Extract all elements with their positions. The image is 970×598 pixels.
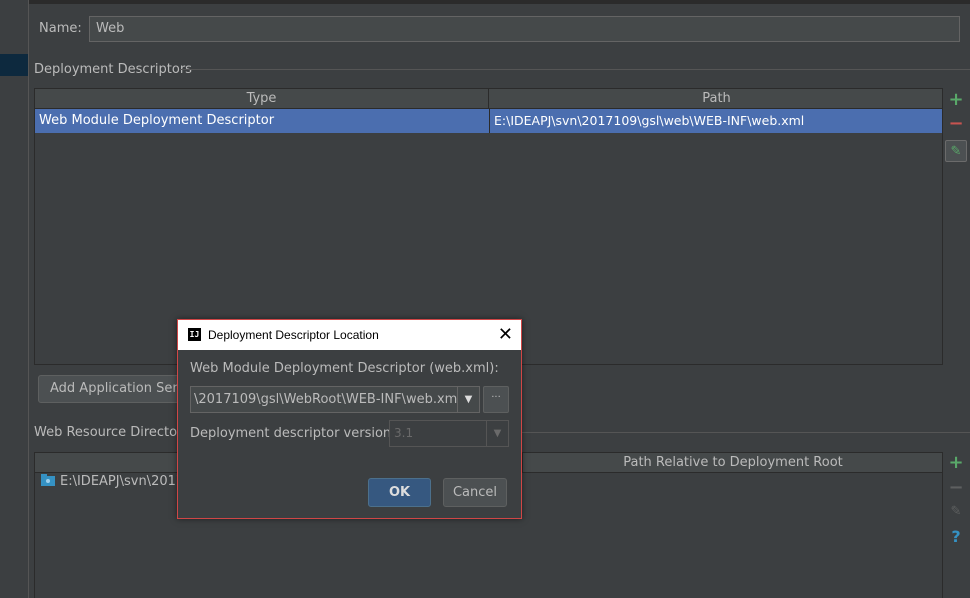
edit-resource-button[interactable]: ✎ xyxy=(945,501,967,523)
remove-resource-button[interactable]: − xyxy=(945,477,967,499)
remove-descriptor-button[interactable]: − xyxy=(945,113,967,135)
folder-icon xyxy=(41,474,55,486)
version-select: 3.1 ▼ xyxy=(389,420,509,447)
deployment-descriptors-title: Deployment Descriptors xyxy=(34,62,192,77)
chevron-down-icon[interactable]: ▼ xyxy=(458,386,480,413)
edit-descriptor-button[interactable]: ✎ xyxy=(945,140,967,162)
help-button[interactable]: ? xyxy=(945,526,967,548)
section-divider xyxy=(522,432,970,433)
dialog-title-bar[interactable]: IJ Deployment Descriptor Location ✕ xyxy=(178,320,521,350)
name-label: Name: xyxy=(39,21,82,36)
directory-path: E:\IDEAPJ\svn\2017 xyxy=(60,474,185,489)
browse-button[interactable]: ··· xyxy=(483,386,509,413)
column-header-path[interactable]: Path xyxy=(489,89,944,109)
column-header-relative-path[interactable]: Path Relative to Deployment Root xyxy=(523,453,943,473)
chevron-down-icon: ▼ xyxy=(486,421,508,446)
left-navigation-strip xyxy=(0,0,29,598)
directory-cell: E:\IDEAPJ\svn\2017 xyxy=(41,474,184,489)
deployment-descriptor-location-dialog: IJ Deployment Descriptor Location ✕ Web … xyxy=(177,319,522,519)
descriptor-path-cell: E:\IDEAPJ\svn\2017109\gsl\web\WEB-INF\we… xyxy=(494,113,805,128)
intellij-app-icon: IJ xyxy=(188,328,201,341)
add-descriptor-button[interactable]: + xyxy=(945,89,967,111)
table-header: Type Path xyxy=(35,89,942,109)
table-row[interactable]: Web Module Deployment Descriptor E:\IDEA… xyxy=(35,109,942,133)
version-value: 3.1 xyxy=(394,426,414,440)
section-divider xyxy=(180,69,970,70)
column-header-type[interactable]: Type xyxy=(35,89,489,109)
descriptor-type-cell: Web Module Deployment Descriptor xyxy=(39,113,275,128)
descriptor-path-label: Web Module Deployment Descriptor (web.xm… xyxy=(190,361,499,376)
close-icon[interactable]: ✕ xyxy=(498,324,513,345)
left-strip-divider xyxy=(28,0,29,598)
pencil-icon: ✎ xyxy=(950,504,962,519)
pencil-icon: ✎ xyxy=(950,144,962,159)
left-nav-selected-item[interactable] xyxy=(0,54,28,76)
descriptor-path-combobox[interactable]: \2017109\gsl\WebRoot\WEB-INF\web.xml xyxy=(190,386,458,413)
add-resource-button[interactable]: + xyxy=(945,452,967,474)
web-resource-directories-title: Web Resource Directorie xyxy=(34,425,195,440)
add-application-server-button[interactable]: Add Application Serv xyxy=(38,375,188,403)
dialog-title: Deployment Descriptor Location xyxy=(208,328,379,342)
cancel-button[interactable]: Cancel xyxy=(443,478,507,507)
version-label: Deployment descriptor version xyxy=(190,426,392,441)
top-border xyxy=(29,0,970,4)
name-field[interactable]: Web xyxy=(89,16,960,42)
ok-button[interactable]: OK xyxy=(368,478,431,507)
